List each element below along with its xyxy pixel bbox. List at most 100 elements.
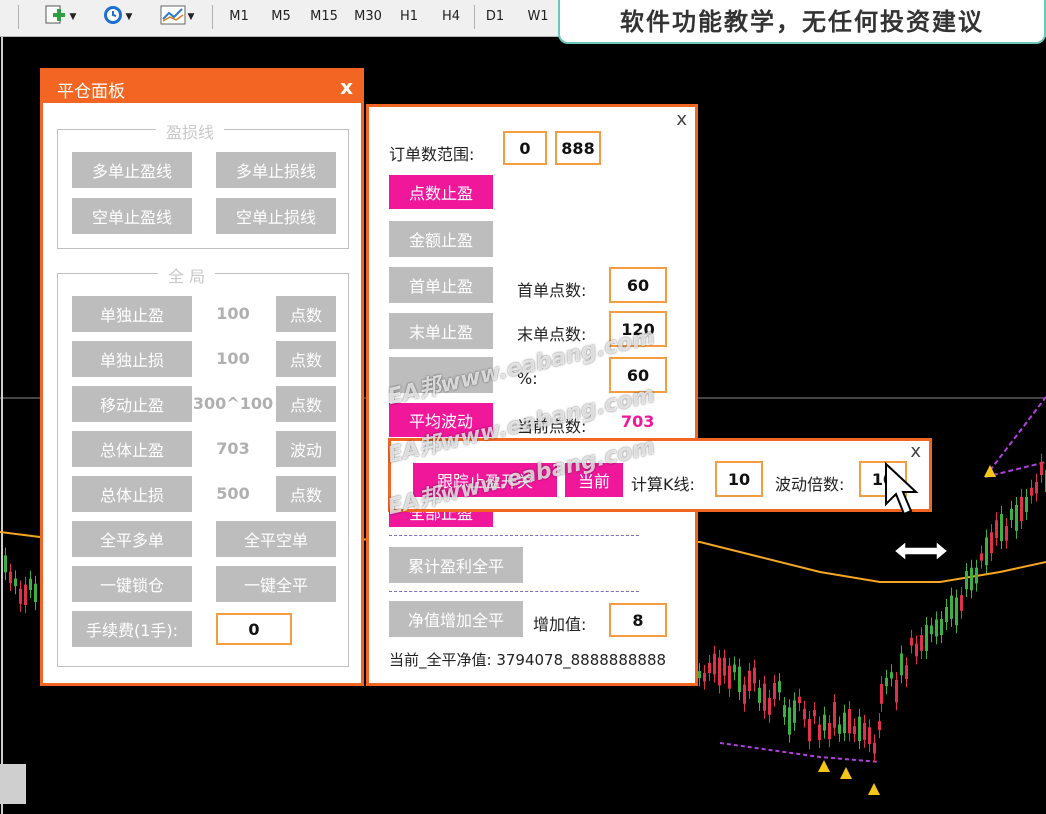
resize-horizontal-icon [892, 538, 950, 568]
trailing-tp-value: 300^100 [192, 394, 274, 413]
close-position-panel: 平仓面板 x 盈损线 多单止盈线 多单止损线 空单止盈线 空单止损线 全 局 单… [40, 68, 364, 686]
candle-body [925, 625, 928, 651]
close-icon[interactable]: x [910, 441, 921, 462]
candle-body [950, 595, 953, 619]
calc-k-input[interactable]: 10 [715, 461, 763, 497]
one-click-lock-button[interactable]: 一键锁仓 [72, 566, 192, 602]
tp-sl-lines-group: 盈损线 多单止盈线 多单止损线 空单止盈线 空单止损线 [57, 119, 349, 249]
short-sl-line-button[interactable]: 空单止损线 [216, 198, 336, 234]
candle-body [833, 702, 836, 728]
single-sl-unit-button[interactable]: 点数 [276, 341, 336, 377]
candle-body [823, 714, 826, 731]
first-points-label: 首单点数: [517, 281, 587, 300]
new-chart-button[interactable]: ▼ [38, 4, 82, 30]
trend-line [719, 742, 881, 763]
first-points-input[interactable]: 60 [609, 267, 667, 303]
total-tp-unit-button[interactable]: 波动 [276, 431, 336, 467]
candle-body [718, 657, 721, 686]
candle-body [1010, 508, 1013, 520]
increase-label: 增加值: [533, 615, 587, 634]
equity-increase-close-button[interactable]: 净值增加全平 [389, 601, 523, 637]
equity-status-text: 当前_全平净值: 3794078_8888888888 [389, 651, 667, 669]
amount-tp-button[interactable]: 金额止盈 [389, 221, 493, 257]
candle-body [728, 665, 731, 689]
long-tp-line-button[interactable]: 多单止盈线 [72, 152, 192, 188]
candle-body [1030, 487, 1033, 496]
close-icon[interactable]: x [340, 75, 353, 99]
candle-body [768, 697, 771, 715]
order-range-to-input[interactable]: 888 [555, 131, 601, 165]
first-order-tp-button[interactable]: 首单止盈 [389, 267, 493, 303]
templates-button[interactable]: ▼ [152, 4, 202, 30]
last-order-tp-button[interactable]: 末单止盈 [389, 313, 493, 349]
short-tp-line-button[interactable]: 空单止盈线 [72, 198, 192, 234]
candle-body [868, 727, 871, 745]
timeframe-m5[interactable]: M5 [266, 6, 296, 28]
trailing-tp-button[interactable]: 移动止盈 [72, 386, 192, 422]
increase-input[interactable]: 8 [609, 603, 667, 637]
close-all-short-button[interactable]: 全平空单 [216, 521, 336, 557]
candle-body [34, 583, 37, 603]
candle-body [773, 682, 776, 699]
disclaimer-text: 软件功能教学，无任何投资建议 [620, 8, 984, 36]
candle-body [880, 684, 883, 704]
long-sl-line-button[interactable]: 多单止损线 [216, 152, 336, 188]
new-chart-icon [44, 4, 68, 30]
candle-body [905, 665, 908, 680]
candle-body [910, 637, 913, 646]
order-range-from-input[interactable]: 0 [503, 131, 547, 165]
candle-body [980, 553, 983, 561]
candle-body [813, 710, 816, 717]
total-sl-button[interactable]: 总体止损 [72, 476, 192, 512]
total-tp-button[interactable]: 总体止盈 [72, 431, 192, 467]
dropdown-arrow-icon: ▼ [125, 12, 133, 22]
panel-title: 平仓面板 [57, 82, 125, 102]
total-sl-unit-button[interactable]: 点数 [276, 476, 336, 512]
single-sl-button[interactable]: 单独止损 [72, 341, 192, 377]
candle-body [955, 597, 958, 626]
candle-body [985, 537, 988, 566]
candle-body [900, 653, 903, 676]
candle-body [793, 700, 796, 723]
cumulative-profit-close-button[interactable]: 累计盈利全平 [389, 547, 523, 583]
candle-body [895, 680, 898, 703]
candle-body [748, 670, 751, 692]
candle-body [723, 657, 726, 676]
timeframe-m30[interactable]: M30 [350, 6, 386, 28]
one-click-close-all-button[interactable]: 一键全平 [216, 566, 336, 602]
global-group: 全 局 单独止盈 100 点数 单独止损 100 点数 移动止盈 300^100… [57, 263, 349, 667]
divider [389, 591, 639, 592]
candle-body [703, 672, 706, 682]
single-tp-unit-button[interactable]: 点数 [276, 296, 336, 332]
timeframe-w1[interactable]: W1 [524, 6, 552, 28]
candle-body [798, 696, 801, 704]
timeframe-h1[interactable]: H1 [396, 6, 422, 28]
candle-body [920, 635, 923, 651]
single-tp-button[interactable]: 单独止盈 [72, 296, 192, 332]
single-tp-value: 100 [216, 304, 250, 323]
timeframe-m1[interactable]: M1 [224, 6, 254, 28]
points-tp-button[interactable]: 点数止盈 [389, 175, 493, 209]
scrollbar-stub[interactable] [0, 764, 26, 804]
close-icon[interactable]: x [676, 109, 687, 130]
timeframe-d1[interactable]: D1 [482, 6, 508, 28]
candle-body [930, 625, 933, 635]
fee-input[interactable]: 0 [216, 613, 292, 645]
trailing-tp-unit-button[interactable]: 点数 [276, 386, 336, 422]
panel-title-bar[interactable]: 平仓面板 x [43, 71, 361, 103]
timeframe-h4[interactable]: H4 [438, 6, 464, 28]
candle-body [19, 588, 22, 604]
candle-body [965, 571, 968, 590]
close-all-long-button[interactable]: 全平多单 [72, 521, 192, 557]
candle-body [713, 653, 716, 675]
candle-body [975, 567, 978, 584]
candle-body [818, 724, 821, 741]
single-sl-value: 100 [216, 349, 250, 368]
timeframe-m15[interactable]: M15 [306, 6, 342, 28]
history-clock-button[interactable]: ▼ [94, 4, 140, 30]
total-sl-value: 500 [216, 484, 250, 503]
candle-body [788, 707, 791, 735]
candle-body [885, 677, 888, 687]
candle-body [24, 584, 27, 606]
candle-body [708, 662, 711, 674]
